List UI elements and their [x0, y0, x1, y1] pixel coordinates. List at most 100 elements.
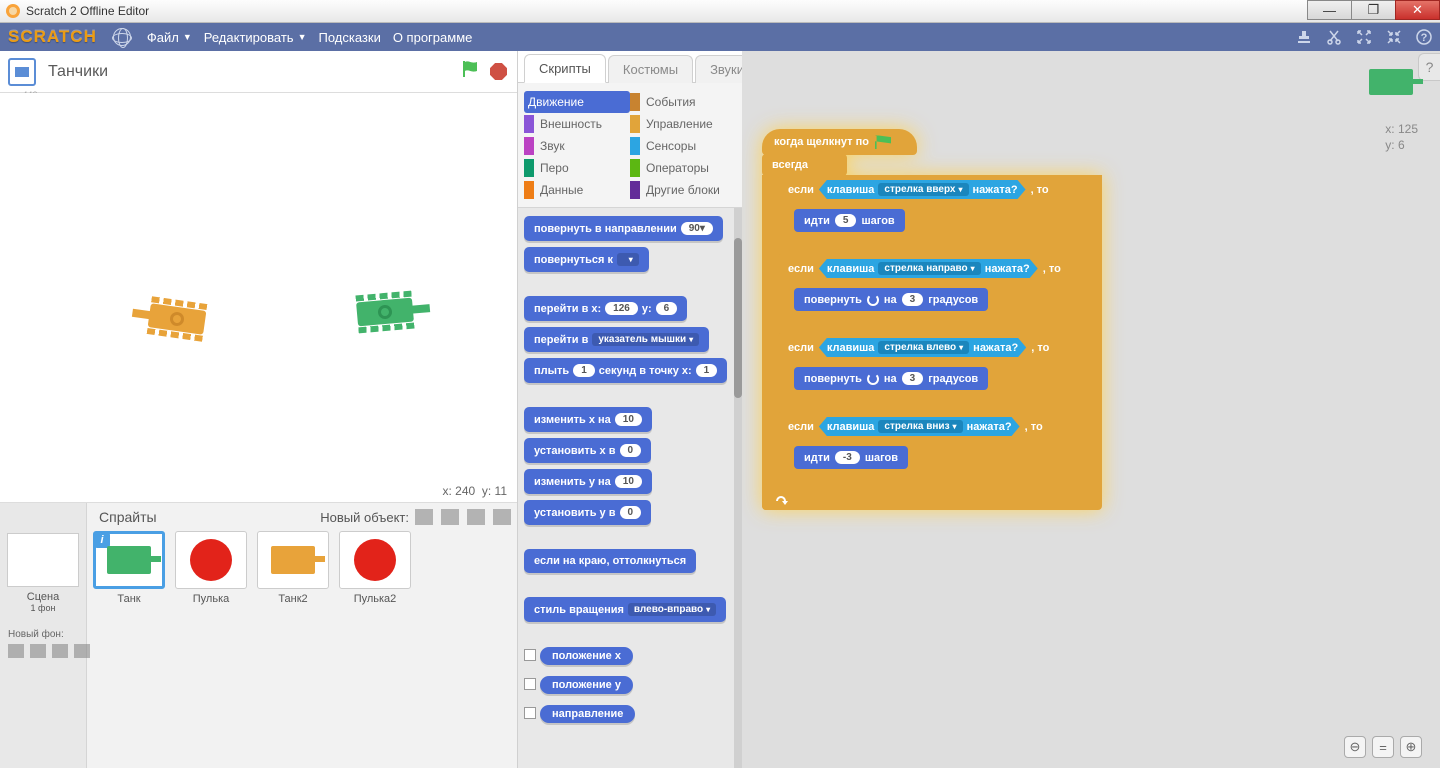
direction-checkbox[interactable] [524, 707, 536, 719]
backdrop-library-icon[interactable] [8, 644, 24, 658]
sprite-item-bullet2[interactable]: Пулька2 [339, 531, 411, 605]
sensing-key-right[interactable]: клавишастрелка направонажата? [819, 259, 1038, 278]
stage-backdrop-count: 1 фон [31, 603, 56, 613]
zoom-controls: ⊖ = ⊕ [1344, 736, 1422, 758]
sensing-key-up[interactable]: клавишастрелка вверхнажата? [819, 180, 1026, 199]
zoom-in-button[interactable]: ⊕ [1400, 736, 1422, 758]
menu-bar: SCRATCH Файл▼ Редактировать▼ Подсказки О… [0, 23, 1440, 51]
stage-header: Танчики [0, 51, 517, 93]
shrink-icon[interactable] [1386, 29, 1402, 45]
reporter-ypos[interactable]: положение y [540, 676, 633, 694]
menu-tool-icons: ? [1296, 29, 1432, 45]
block-set-y[interactable]: установить y в0 [524, 500, 651, 525]
xpos-checkbox[interactable] [524, 649, 536, 661]
stop-button[interactable] [490, 63, 507, 80]
block-if-key-down[interactable]: если клавишастрелка внизнажата? , то идт… [778, 412, 1102, 492]
sprite-item-bullet[interactable]: Пулька [175, 531, 247, 605]
block-change-x[interactable]: изменить x на10 [524, 407, 652, 432]
window-minimize-button[interactable]: — [1307, 0, 1352, 20]
stamp-icon[interactable] [1296, 29, 1312, 45]
menu-file[interactable]: Файл▼ [147, 30, 192, 45]
block-turn-cw-3[interactable]: повернутьна3градусов [794, 288, 988, 311]
category-motion[interactable]: Движение [524, 91, 630, 113]
blocks-palette[interactable]: повернуть в направлении90▾ повернуться к… [518, 208, 742, 768]
sensing-key-down[interactable]: клавишастрелка внизнажата? [819, 417, 1020, 436]
backdrop-camera-icon[interactable] [74, 644, 90, 658]
block-move-steps-5[interactable]: идти5шагов [794, 209, 905, 232]
project-title[interactable]: Танчики [48, 63, 460, 81]
category-data[interactable]: Данные [524, 179, 630, 201]
window-close-button[interactable]: ✕ [1395, 0, 1440, 20]
category-looks[interactable]: Внешность [524, 113, 630, 135]
tab-costumes[interactable]: Костюмы [608, 55, 693, 83]
zoom-reset-button[interactable]: = [1372, 736, 1394, 758]
block-categories: Движение События Внешность Управление Зв… [518, 83, 742, 208]
green-flag-button[interactable] [460, 59, 490, 84]
category-events[interactable]: События [630, 91, 736, 113]
script-stack[interactable]: когда щелкнут по всегда если клавишастре… [762, 129, 1102, 510]
menu-edit[interactable]: Редактировать▼ [204, 30, 307, 45]
block-change-y[interactable]: изменить y на10 [524, 469, 652, 494]
backdrop-paint-icon[interactable] [30, 644, 46, 658]
block-forever[interactable]: всегда [762, 154, 847, 176]
menu-about[interactable]: О программе [393, 30, 473, 45]
block-if-key-right[interactable]: если клавишастрелка направонажата? , то … [778, 254, 1102, 334]
grow-icon[interactable] [1356, 29, 1372, 45]
palette-scrollbar[interactable] [734, 208, 742, 768]
stage-coords: x: 240 y: 11 [442, 484, 507, 498]
script-area[interactable]: ? x: 125 y: 6 когда щелкнут по всегда ес… [742, 51, 1440, 768]
sprite-upload-icon[interactable] [467, 509, 485, 525]
new-sprite-label: Новый объект: [320, 510, 409, 525]
language-icon[interactable] [113, 28, 131, 46]
sprite-item-tank2[interactable]: Танк2 [257, 531, 329, 605]
help-tab-icon[interactable]: ? [1418, 53, 1440, 81]
block-if-key-up[interactable]: если клавишастрелка вверхнажата? , то ид… [778, 175, 1102, 255]
sprite-list: i Танк Пулька Танк2 Пулька2 [93, 531, 511, 605]
category-control[interactable]: Управление [630, 113, 736, 135]
reporter-direction[interactable]: направление [540, 705, 635, 723]
sprite-item-tank[interactable]: i Танк [93, 531, 165, 605]
block-point-direction[interactable]: повернуть в направлении90▾ [524, 216, 723, 241]
stage-thumbnail[interactable] [7, 533, 79, 587]
tab-scripts[interactable]: Скрипты [524, 54, 606, 83]
sprite-preview [1364, 65, 1418, 101]
block-rotation-style[interactable]: стиль вращениявлево-вправо [524, 597, 726, 622]
help-icon[interactable]: ? [1416, 29, 1432, 45]
block-if-key-left[interactable]: если клавишастрелка влевонажата? , то по… [778, 333, 1102, 413]
turn-ccw-icon [867, 373, 879, 385]
category-sensing[interactable]: Сенсоры [630, 135, 736, 157]
category-operators[interactable]: Операторы [630, 157, 736, 179]
reporter-xpos[interactable]: положение x [540, 647, 633, 665]
block-bounce[interactable]: если на краю, оттолкнуться [524, 549, 696, 573]
sprite-camera-icon[interactable] [493, 509, 511, 525]
stage[interactable]: x: 240 y: 11 [0, 93, 517, 503]
stage-thumb-column: Сцена 1 фон Новый фон: [0, 503, 87, 768]
zoom-out-button[interactable]: ⊖ [1344, 736, 1366, 758]
block-set-x[interactable]: установить x в0 [524, 438, 651, 463]
sprite-library-icon[interactable] [415, 509, 433, 525]
menu-tips[interactable]: Подсказки [318, 30, 380, 45]
stage-sprite-tank2[interactable] [139, 293, 214, 344]
stage-sprite-tank[interactable] [348, 288, 421, 336]
category-pen[interactable]: Перо [524, 157, 630, 179]
category-more[interactable]: Другие блоки [630, 179, 736, 201]
block-move-steps-neg3[interactable]: идти-3шагов [794, 446, 908, 469]
stage-label: Сцена [27, 591, 59, 603]
sprite-coords: x: 125 y: 6 [1385, 121, 1418, 153]
cut-icon[interactable] [1326, 29, 1342, 45]
backdrop-upload-icon[interactable] [52, 644, 68, 658]
block-goto[interactable]: перейти вуказатель мышки [524, 327, 709, 352]
category-sound[interactable]: Звук [524, 135, 630, 157]
turn-cw-icon [867, 294, 879, 306]
block-point-towards[interactable]: повернуться к [524, 247, 649, 272]
window-maximize-button[interactable]: ❐ [1351, 0, 1396, 20]
block-goto-xy[interactable]: перейти в x:126y:6 [524, 296, 687, 321]
block-turn-ccw-3[interactable]: повернутьна3градусов [794, 367, 988, 390]
fullscreen-icon[interactable] [8, 58, 36, 86]
block-when-flag-clicked[interactable]: когда щелкнут по [762, 129, 917, 155]
ypos-checkbox[interactable] [524, 678, 536, 690]
sensing-key-left[interactable]: клавишастрелка влевонажата? [819, 338, 1026, 357]
window-controls: — ❐ ✕ [1308, 0, 1440, 20]
block-glide[interactable]: плыть1секунд в точку x:1 [524, 358, 727, 383]
sprite-paint-icon[interactable] [441, 509, 459, 525]
